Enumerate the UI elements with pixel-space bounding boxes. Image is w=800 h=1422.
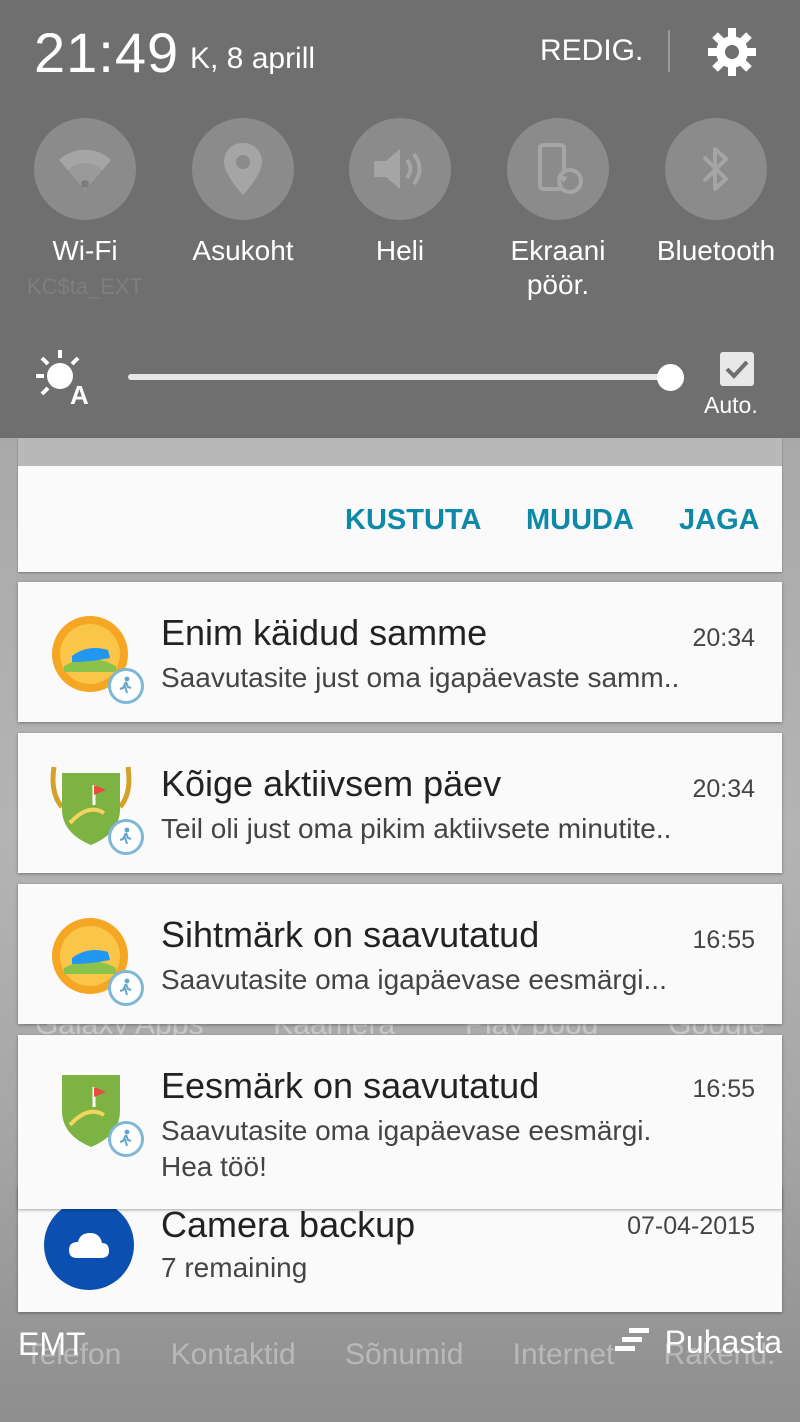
notification-time: 20:34	[692, 775, 755, 803]
edit-button[interactable]: REDIG.	[540, 34, 643, 68]
share-action-button[interactable]: JAGA	[679, 504, 760, 537]
background-app-label: Internet	[512, 1338, 615, 1371]
edit-action-button[interactable]: MUUDA	[526, 504, 634, 537]
toggle-label: Ekraani pöör.	[510, 235, 606, 300]
divider	[668, 30, 670, 72]
toggle-sound[interactable]: Heli	[320, 118, 480, 268]
notification-text-line-2: Hea töö!	[161, 1151, 267, 1182]
card-header-strip	[18, 438, 782, 466]
fitness-badge-icon	[108, 819, 144, 855]
fitness-badge-icon	[108, 1121, 144, 1157]
location-icon	[192, 118, 294, 220]
shield-flag-badge-icon	[48, 763, 144, 855]
carrier-name: EMT	[18, 1326, 86, 1362]
quick-settings-panel: 21:49 K, 8 aprill REDIG. Wi-Fi KC$ta_EXT…	[0, 0, 800, 438]
bluetooth-icon	[665, 118, 767, 220]
notification-item[interactable]: Sihtmärk on saavutatud 16:55 Saavutasite…	[18, 884, 782, 1024]
shield-flag-badge-icon	[48, 1065, 144, 1157]
background-app-label: Kontaktid	[170, 1338, 296, 1371]
fitness-badge-icon	[108, 668, 144, 704]
toggle-label: Bluetooth	[656, 235, 776, 266]
clock: 21:49	[34, 21, 180, 84]
notification-time: 16:55	[692, 1075, 755, 1103]
brightness-slider-track[interactable]	[128, 374, 672, 380]
fitness-badge-icon	[108, 970, 144, 1006]
notification-item[interactable]: Enim käidud samme 20:34 Saavutasite just…	[18, 582, 782, 722]
clear-notifications-button[interactable]: Puhasta	[614, 1324, 782, 1361]
wifi-icon	[34, 118, 136, 220]
svg-text:A: A	[70, 380, 89, 408]
notification-title: Camera backup	[161, 1204, 416, 1245]
cloud-icon	[44, 1200, 134, 1290]
toggle-bluetooth[interactable]: Bluetooth	[636, 118, 796, 268]
notification-title: Sihtmärk on saavutatud	[161, 914, 540, 955]
auto-brightness-label: Auto.	[704, 392, 758, 418]
brightness-slider-thumb[interactable]	[657, 364, 684, 391]
delete-action-button[interactable]: KUSTUTA	[345, 504, 481, 537]
toggle-location[interactable]: Asukoht	[163, 118, 323, 268]
notification-actions-card: KUSTUTA MUUDA JAGA	[18, 438, 782, 572]
notification-text: Teil oli just oma pikim aktiivsete minut…	[161, 813, 672, 844]
notification-time: 16:55	[692, 926, 755, 954]
wifi-network-name: KC$ta_EXT	[26, 274, 144, 299]
background-app-label: Sõnumid	[344, 1338, 464, 1371]
notification-title: Eesmärk on saavutatud	[161, 1065, 540, 1106]
notification-item[interactable]: Kõige aktiivsem päev 20:34 Teil oli just…	[18, 733, 782, 873]
notification-title: Kõige aktiivsem päev	[161, 763, 502, 804]
brightness-auto-icon: A	[30, 348, 94, 410]
toggle-label: Asukoht	[192, 235, 294, 266]
notification-text: Saavutasite just oma igapäevaste samm..	[161, 662, 680, 693]
notification-time: 07-04-2015	[627, 1212, 755, 1240]
clear-all-icon	[614, 1324, 651, 1361]
sun-shoe-badge-icon	[48, 914, 144, 1006]
toggle-screen-rotation[interactable]: Ekraani pöör.	[478, 118, 638, 302]
settings-gear-icon[interactable]	[706, 26, 758, 78]
volume-icon	[349, 118, 451, 220]
notification-text: Saavutasite oma igapäevase eesmärgi...	[161, 964, 667, 995]
notification-text: 7 remaining	[161, 1252, 308, 1283]
notification-title: Enim käidud samme	[161, 612, 488, 653]
auto-brightness-checkbox[interactable]	[720, 352, 754, 386]
notification-text: Saavutasite oma igapäevase eesmärgi.	[161, 1115, 652, 1146]
toggle-label: Wi-Fi	[52, 235, 118, 266]
sun-shoe-badge-icon	[48, 612, 144, 704]
toggle-wifi[interactable]: Wi-Fi KC$ta_EXT	[5, 118, 165, 300]
notification-item[interactable]: Eesmärk on saavutatud 16:55 Saavutasite …	[18, 1035, 782, 1209]
clear-label: Puhasta	[664, 1324, 782, 1360]
date[interactable]: K, 8 aprill	[190, 42, 315, 76]
toggle-label: Heli	[375, 235, 425, 266]
notification-time: 20:34	[692, 624, 755, 652]
screen-rotation-icon	[507, 118, 609, 220]
